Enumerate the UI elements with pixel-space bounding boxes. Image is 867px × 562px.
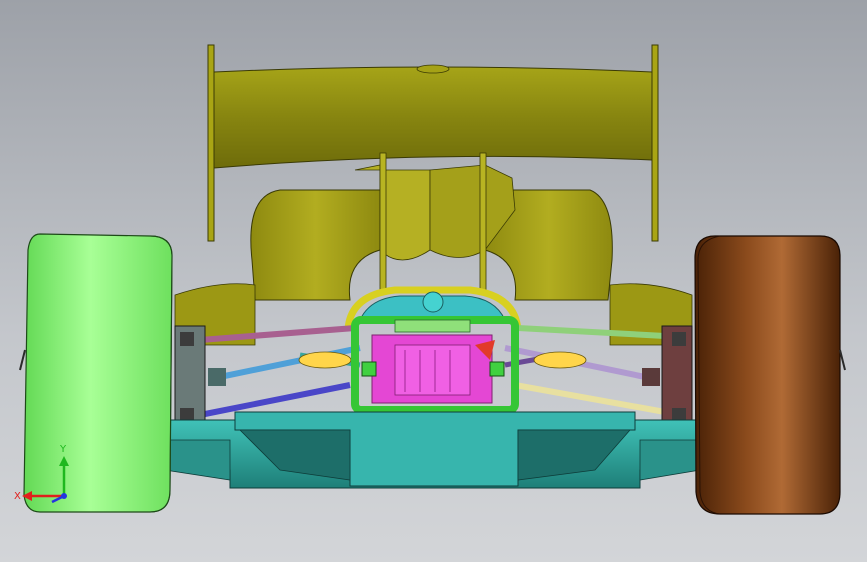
y-axis-label: Y	[59, 444, 67, 455]
chassis-frame[interactable]	[351, 316, 519, 414]
graphics-viewport[interactable]: Y X	[0, 0, 867, 562]
front-wing[interactable]	[164, 411, 701, 489]
x-axis-label: X	[14, 491, 21, 502]
coordinate-triad: Y X	[14, 444, 69, 504]
f1-car-model[interactable]	[0, 0, 867, 562]
right-front-wheel[interactable]	[694, 235, 846, 515]
